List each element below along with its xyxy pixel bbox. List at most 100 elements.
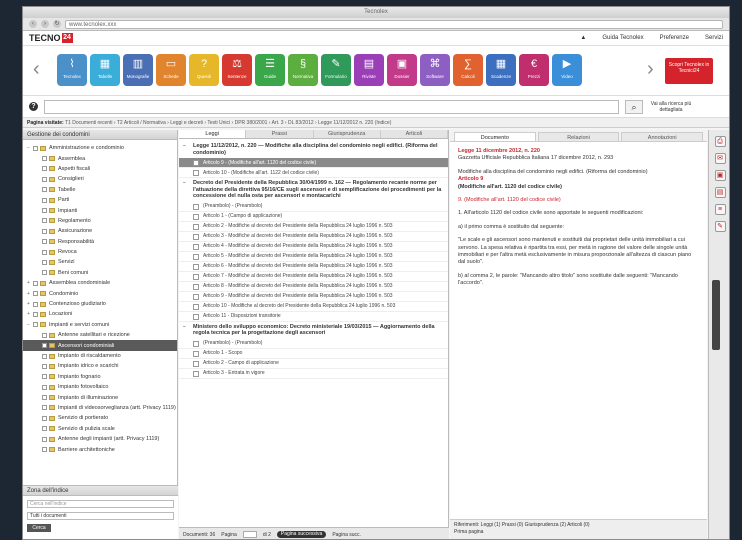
- reload-icon[interactable]: ↻: [53, 20, 61, 28]
- tab-prassi[interactable]: Prassi: [246, 130, 314, 138]
- ribbon-tile-software[interactable]: ⌘ Software: [420, 54, 450, 86]
- collapse-icon[interactable]: −: [183, 143, 186, 150]
- ribbon-tile-tabelle[interactable]: ▦ Tabelle: [90, 54, 120, 86]
- ribbon-left-arrow-icon[interactable]: ‹: [33, 59, 40, 79]
- tab-relazioni[interactable]: Relazioni: [537, 132, 620, 141]
- tree-node[interactable]: Assemblea: [23, 153, 177, 163]
- tree-checkbox[interactable]: [42, 259, 47, 265]
- breadcrumb-trail[interactable]: T1 Documenti recenti › T2 Articoli / Nor…: [65, 120, 391, 126]
- document-header[interactable]: − Ministero dello sviluppo economico: Dec…: [179, 322, 448, 339]
- tree-node[interactable]: + Locazioni: [23, 309, 177, 319]
- ribbon-tile-guide[interactable]: ☰ Guide: [255, 54, 285, 86]
- tree-checkbox[interactable]: [42, 447, 47, 453]
- tree-node[interactable]: − Amministrazione e condominio: [23, 143, 177, 153]
- document-item[interactable]: (Preambolo) - (Preambolo): [179, 339, 448, 349]
- document-item[interactable]: Articolo 5 - Modifiche al decreto del Pr…: [179, 252, 448, 262]
- tree-checkbox[interactable]: [42, 436, 47, 442]
- document-item[interactable]: Articolo 4 - Modifiche al decreto del Pr…: [179, 242, 448, 252]
- collapse-icon[interactable]: −: [183, 324, 186, 331]
- ribbon-tile-video[interactable]: ▶ Video: [552, 54, 582, 86]
- top-link-preferenze[interactable]: Preferenze: [660, 35, 689, 41]
- tree-node[interactable]: Servizio di portierato: [23, 413, 177, 423]
- tree-node[interactable]: Parti: [23, 195, 177, 205]
- tree-checkbox[interactable]: [33, 291, 38, 297]
- document-item[interactable]: Articolo 1 - (Campo di applicazione): [179, 212, 448, 222]
- forward-icon[interactable]: ›: [41, 20, 49, 28]
- tree-node[interactable]: Responsabilità: [23, 237, 177, 247]
- tab-documento[interactable]: Documento: [454, 132, 536, 141]
- tree-checkbox[interactable]: [42, 239, 47, 245]
- tree-node[interactable]: + Assemblea condominiale: [23, 278, 177, 288]
- document-item[interactable]: (Preambolo) - (Preambolo): [179, 202, 448, 212]
- top-link-guida[interactable]: Guida Tecnolex: [602, 35, 643, 41]
- tree-checkbox[interactable]: [42, 384, 47, 390]
- search-button[interactable]: ⌕: [625, 99, 643, 114]
- tree-node[interactable]: Revoca: [23, 247, 177, 257]
- tree-checkbox[interactable]: [42, 156, 47, 162]
- document-item[interactable]: Articolo 10 - Modifiche al decreto del P…: [179, 302, 448, 312]
- ribbon-tile-tecnolex[interactable]: ⌇ Tecnolex: [57, 54, 87, 86]
- top-link-servizi[interactable]: Servizi: [705, 35, 723, 41]
- ribbon-tile-dossier[interactable]: ▣ Dossier: [387, 54, 417, 86]
- document-item[interactable]: Articolo 7 - Modifiche al decreto del Pr…: [179, 272, 448, 282]
- zona-select[interactable]: Tutti i documenti: [27, 512, 174, 520]
- document-item[interactable]: Articolo 2 - Campo di applicazione: [179, 359, 448, 369]
- document-header[interactable]: − Legge 11/12/2012, n. 220 — Modifiche al…: [179, 141, 448, 158]
- tree-node[interactable]: Antenne degli impianti (artt. Privacy 11…: [23, 434, 177, 444]
- tree-checkbox[interactable]: [42, 405, 47, 411]
- tree-node[interactable]: Aspetti fiscali: [23, 164, 177, 174]
- tree-checkbox[interactable]: [42, 218, 47, 224]
- tree-node[interactable]: Impianto fotovoltaico: [23, 382, 177, 392]
- tree-node[interactable]: Impianto di riscaldamento: [23, 351, 177, 361]
- tree-checkbox[interactable]: [42, 270, 47, 276]
- collapse-icon[interactable]: −: [183, 180, 186, 187]
- tree-checkbox[interactable]: [33, 301, 38, 307]
- tree-checkbox[interactable]: [42, 426, 47, 432]
- tree-checkbox[interactable]: [42, 374, 47, 380]
- document-item[interactable]: Articolo 1 - Scopo: [179, 349, 448, 359]
- bookmark-icon[interactable]: ≡: [714, 204, 726, 215]
- tree-node[interactable]: Beni comuni: [23, 268, 177, 278]
- tree-node[interactable]: Servizi: [23, 257, 177, 267]
- document-item[interactable]: Articolo 3 - Modifiche al decreto del Pr…: [179, 232, 448, 242]
- side-panel-handle[interactable]: [712, 280, 720, 350]
- tree-checkbox[interactable]: [42, 363, 47, 369]
- tab-articoli[interactable]: Articoli: [381, 130, 448, 138]
- next-page-button[interactable]: Pagina successiva: [276, 531, 327, 538]
- pdf-icon[interactable]: ▤: [714, 187, 726, 198]
- tree-node[interactable]: + Contenzioso giudiziario: [23, 299, 177, 309]
- tree-node[interactable]: Regolamento: [23, 216, 177, 226]
- page-input[interactable]: [242, 531, 257, 538]
- ribbon-tile-calcoli[interactable]: ∑ Calcoli: [453, 54, 483, 86]
- tree-node[interactable]: Impianto fognario: [23, 372, 177, 382]
- back-icon[interactable]: ‹: [29, 20, 37, 28]
- tree-checkbox[interactable]: [42, 166, 47, 172]
- advanced-search-link[interactable]: Vai alla ricerca più dettagliata: [649, 101, 693, 113]
- zona-search-button[interactable]: Cerca: [27, 524, 51, 532]
- tree-node[interactable]: Impianti: [23, 205, 177, 215]
- tree-node[interactable]: Antenne satellitari e ricezione: [23, 330, 177, 340]
- notes-icon[interactable]: ✎: [714, 221, 726, 232]
- ribbon-tile-schede[interactable]: ▭ Schede: [156, 54, 186, 86]
- document-item[interactable]: Articolo 8 - Modifiche al decreto del Pr…: [179, 282, 448, 292]
- document-item[interactable]: Articolo 6 - Modifiche al decreto del Pr…: [179, 262, 448, 272]
- tab-leggi[interactable]: Leggi: [179, 130, 247, 138]
- tree-node[interactable]: + Condominio: [23, 288, 177, 298]
- save-icon[interactable]: ▣: [714, 170, 726, 181]
- tree-checkbox[interactable]: [42, 249, 47, 255]
- tree-checkbox[interactable]: [42, 187, 47, 193]
- tree-checkbox[interactable]: [42, 415, 47, 421]
- ribbon-tile-scadenze[interactable]: ▦ Scadenze: [486, 54, 516, 86]
- tree-node[interactable]: Ascensori condominiali: [23, 340, 177, 351]
- ribbon-tile-normativa[interactable]: § Normativa: [288, 54, 318, 86]
- tree-checkbox[interactable]: [42, 343, 47, 349]
- tree-node[interactable]: Assicurazione: [23, 226, 177, 236]
- tree-node[interactable]: − Impianti e servizi comuni: [23, 320, 177, 330]
- document-item[interactable]: Articolo 3 - Entrata in vigore: [179, 369, 448, 379]
- document-item[interactable]: Articolo 2 - Modifiche al decreto del Pr…: [179, 222, 448, 232]
- tree-node[interactable]: Barriere architettoniche: [23, 444, 177, 454]
- ribbon-tile-monografie[interactable]: ▥ Monografie: [123, 54, 153, 86]
- tab-giurisprudenza[interactable]: Giurisprudenza: [314, 130, 381, 138]
- tab-annotazioni[interactable]: Annotazioni: [621, 132, 704, 141]
- tree-checkbox[interactable]: [42, 208, 47, 214]
